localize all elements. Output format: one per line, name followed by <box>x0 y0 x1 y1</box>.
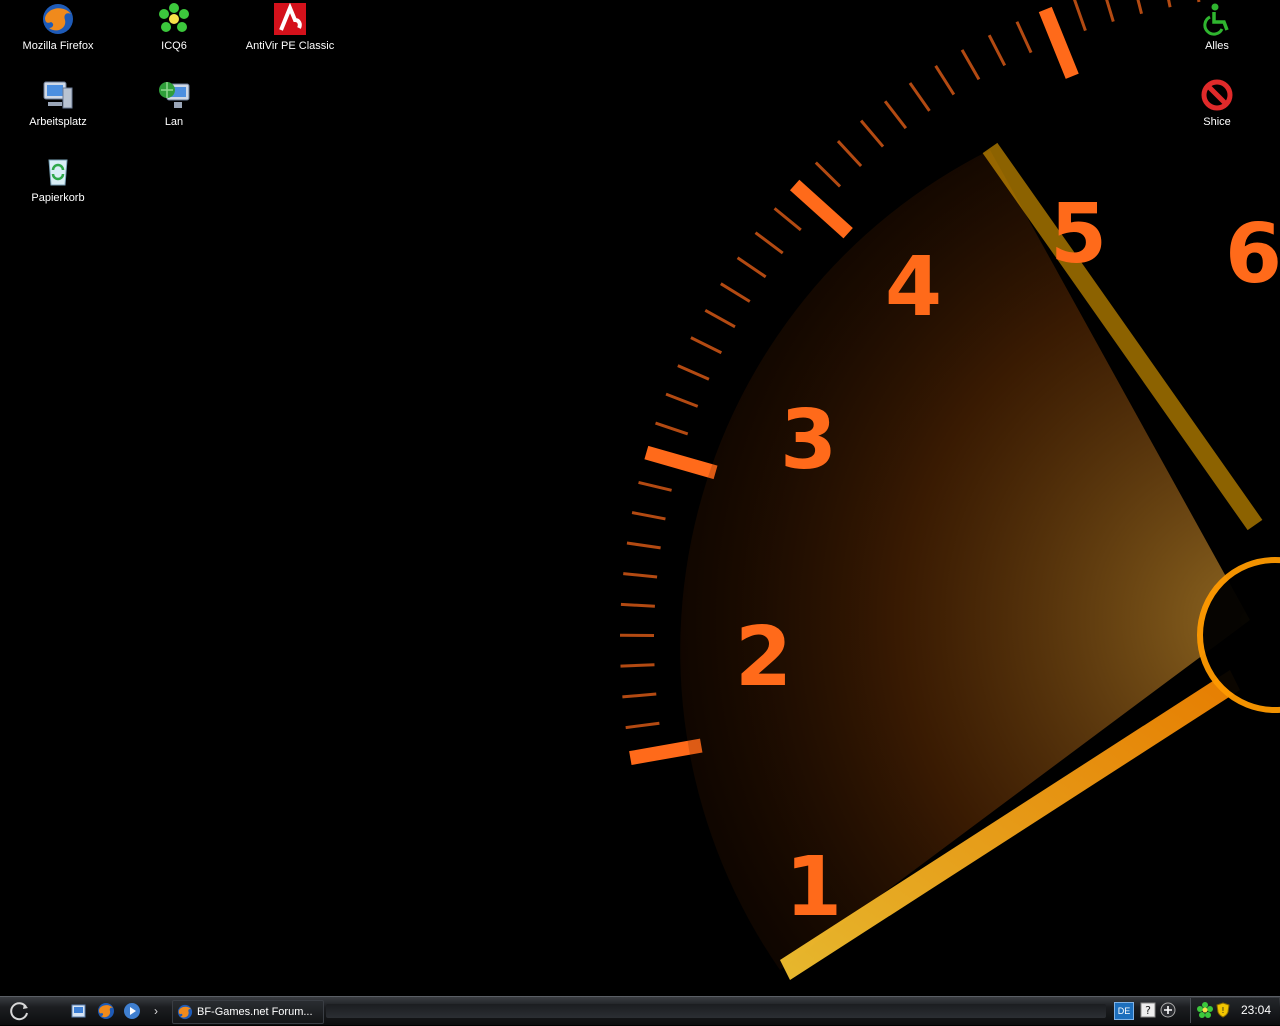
media-player-icon[interactable] <box>123 1002 141 1020</box>
desktop-icon-label: ICQ6 <box>124 40 224 53</box>
gauge-minor-tick <box>721 284 750 302</box>
gauge-minor-tick <box>666 394 698 406</box>
desktop-icon-papierkorb[interactable]: Papierkorb <box>8 154 108 205</box>
gauge-minor-tick <box>623 574 657 577</box>
show-desktop-icon[interactable] <box>70 1002 88 1020</box>
gauge-number: 1 <box>785 840 842 935</box>
gauge-minor-tick <box>756 233 783 253</box>
gauge-minor-tick <box>989 35 1005 65</box>
gauge-minor-tick <box>936 66 954 95</box>
firefox-icon <box>41 2 75 36</box>
gauge-minor-tick <box>885 101 906 128</box>
desktop-icon-label: Papierkorb <box>8 192 108 205</box>
icq-flower-icon <box>157 2 191 36</box>
svg-text:?: ? <box>1145 1004 1151 1017</box>
desktop-icon-firefox[interactable]: Mozilla Firefox <box>8 2 108 53</box>
desktop-icon-icq[interactable]: ICQ6 <box>124 2 224 53</box>
gauge-minor-tick <box>1133 0 1141 14</box>
gauge-minor-tick <box>775 208 801 230</box>
gauge-major-tick <box>1045 10 1072 77</box>
gauge-minor-tick <box>621 665 655 666</box>
desktop-icon-label: AntiVir PE Classic <box>240 40 340 53</box>
gauge-minor-tick <box>1074 0 1085 31</box>
gauge-minor-tick <box>1103 0 1113 22</box>
gauge-minor-tick <box>838 141 861 166</box>
gauge-number: 6 <box>1225 207 1280 302</box>
gauge-number: 3 <box>780 393 837 488</box>
wallpaper-tachometer: 1 2 34 5 6 <box>0 0 1280 996</box>
gauge-number: 5 <box>1050 187 1107 282</box>
desktop-icon-lan[interactable]: Lan <box>124 78 224 129</box>
desktop-icon-label: Mozilla Firefox <box>8 40 108 53</box>
gauge-minor-tick <box>639 482 672 490</box>
gauge-minor-tick <box>1017 22 1031 53</box>
gauge-number: 2 <box>735 610 792 705</box>
no-entry-icon <box>1200 78 1234 112</box>
desktop-icon-label: Lan <box>124 116 224 129</box>
firefox-icon <box>177 1004 193 1020</box>
gauge-minor-tick <box>656 423 688 434</box>
gauge-major-tick <box>795 185 849 233</box>
gauge-major-tick <box>646 453 715 473</box>
gauge-minor-tick <box>632 513 665 519</box>
gauge-minor-tick <box>962 50 979 80</box>
clock[interactable]: 23:04 <box>1241 998 1271 1023</box>
desktop-icon-label: Arbeitsplatz <box>8 116 108 129</box>
help-icon[interactable]: ? <box>1140 1002 1156 1018</box>
desktop-icon-antivir[interactable]: AntiVir PE Classic <box>240 2 340 53</box>
taskbar-window-label: BF-Games.net Forum... <box>197 1001 313 1023</box>
desktop-icon-label: Shice <box>1167 116 1267 129</box>
firefox-icon[interactable] <box>97 1002 115 1020</box>
add-icon[interactable] <box>1160 1002 1176 1018</box>
gauge-minor-tick <box>691 338 721 353</box>
language-indicator[interactable]: DE <box>1114 1002 1134 1020</box>
network-globe-icon <box>157 78 191 112</box>
gauge-minor-tick <box>910 83 930 111</box>
desktop-icon-label: Alles <box>1167 40 1267 53</box>
gauge-minor-tick <box>621 604 655 606</box>
my-computer-icon <box>41 78 75 112</box>
antivir-umbrella-icon <box>273 2 307 36</box>
security-shield-icon[interactable]: ! <box>1215 1002 1231 1018</box>
start-button[interactable] <box>4 1001 34 1021</box>
desktop-icon-arbeitsplatz[interactable]: Arbeitsplatz <box>8 78 108 129</box>
gauge-minor-tick <box>622 694 656 697</box>
recycle-bin-icon <box>41 154 75 188</box>
desktop-icon-shice[interactable]: Shice <box>1167 78 1267 129</box>
gauge-minor-tick <box>627 543 661 548</box>
svg-text:!: ! <box>1221 1006 1224 1015</box>
taskbar-window-button[interactable]: BF-Games.net Forum... <box>172 1000 324 1024</box>
desktop-icon-alles[interactable]: Alles <box>1167 2 1267 53</box>
gauge-number: 4 <box>885 240 942 335</box>
start-orb-icon <box>4 1001 34 1021</box>
system-tray: ! 23:04 <box>1190 998 1279 1023</box>
taskbar-empty-area <box>326 1004 1106 1018</box>
gauge-minor-tick <box>678 366 709 380</box>
gauge-minor-tick <box>626 723 660 727</box>
gauge-minor-tick <box>816 163 840 187</box>
network-status-icon[interactable] <box>1197 1002 1213 1018</box>
gauge-minor-tick <box>705 310 735 326</box>
gauge-minor-tick <box>738 258 766 277</box>
gauge-minor-tick <box>861 121 883 147</box>
wheelchair-icon <box>1200 2 1234 36</box>
taskbar: › BF-Games.net Forum... DE ? ! 23:04 <box>0 996 1280 1025</box>
quicklaunch-more-button[interactable]: › <box>150 1001 162 1021</box>
